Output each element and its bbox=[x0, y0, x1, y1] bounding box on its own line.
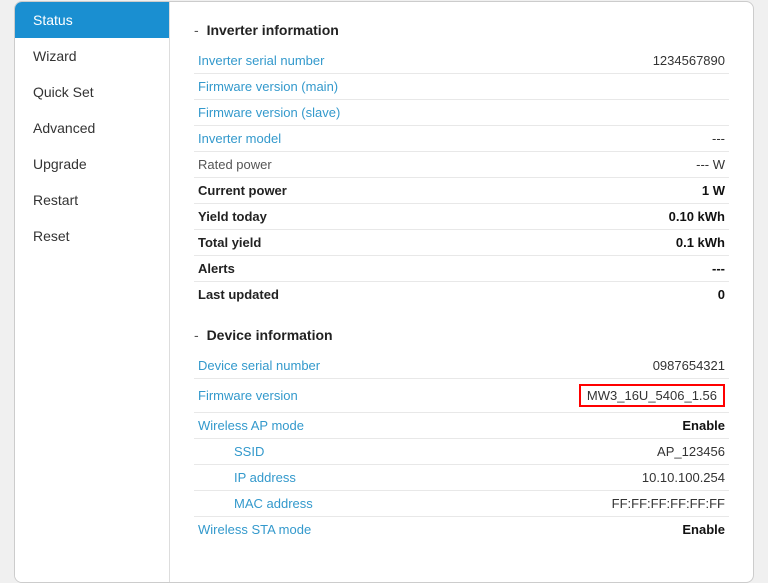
firmware-version-box: MW3_16U_5406_1.56 bbox=[579, 384, 725, 407]
table-row: Current power 1 W bbox=[194, 177, 729, 203]
label-fw-slave: Firmware version (slave) bbox=[194, 99, 488, 125]
value-last-updated: 0 bbox=[488, 281, 729, 307]
table-row: Device serial number 0987654321 bbox=[194, 353, 729, 379]
value-model: --- bbox=[488, 125, 729, 151]
value-ip: 10.10.100.254 bbox=[488, 464, 729, 490]
table-row: MAC address FF:FF:FF:FF:FF:FF bbox=[194, 490, 729, 516]
sidebar-item-status[interactable]: Status bbox=[15, 2, 169, 38]
value-wireless-sta: Enable bbox=[488, 516, 729, 542]
value-total-yield: 0.1 kWh bbox=[488, 229, 729, 255]
table-row: SSID AP_123456 bbox=[194, 438, 729, 464]
table-row: Alerts --- bbox=[194, 255, 729, 281]
value-serial: 1234567890 bbox=[488, 48, 729, 74]
inverter-section-title: - Inverter information bbox=[194, 22, 729, 38]
label-current-power: Current power bbox=[194, 177, 488, 203]
label-rated-power: Rated power bbox=[194, 151, 488, 177]
sidebar: Status Wizard Quick Set Advanced Upgrade… bbox=[15, 2, 170, 582]
table-row: Wireless AP mode Enable bbox=[194, 412, 729, 438]
value-alerts: --- bbox=[488, 255, 729, 281]
table-row: Firmware version MW3_16U_5406_1.56 bbox=[194, 378, 729, 412]
device-section-title: - Device information bbox=[194, 327, 729, 343]
table-row: Rated power --- W bbox=[194, 151, 729, 177]
table-row: Inverter model --- bbox=[194, 125, 729, 151]
label-model: Inverter model bbox=[194, 125, 488, 151]
table-row: Inverter serial number 1234567890 bbox=[194, 48, 729, 74]
value-fw-version: MW3_16U_5406_1.56 bbox=[488, 378, 729, 412]
table-row: Total yield 0.1 kWh bbox=[194, 229, 729, 255]
main-content: - Inverter information Inverter serial n… bbox=[170, 2, 753, 582]
sidebar-item-restart[interactable]: Restart bbox=[15, 182, 169, 218]
label-wireless-ap: Wireless AP mode bbox=[194, 412, 488, 438]
table-row: Firmware version (main) bbox=[194, 73, 729, 99]
table-row: Last updated 0 bbox=[194, 281, 729, 307]
value-mac: FF:FF:FF:FF:FF:FF bbox=[488, 490, 729, 516]
value-current-power: 1 W bbox=[488, 177, 729, 203]
label-wireless-sta: Wireless STA mode bbox=[194, 516, 488, 542]
value-ssid: AP_123456 bbox=[488, 438, 729, 464]
main-container: Status Wizard Quick Set Advanced Upgrade… bbox=[14, 1, 754, 583]
value-rated-power: --- W bbox=[488, 151, 729, 177]
value-wireless-ap: Enable bbox=[488, 412, 729, 438]
table-row: Firmware version (slave) bbox=[194, 99, 729, 125]
table-row: Wireless STA mode Enable bbox=[194, 516, 729, 542]
sidebar-item-advanced[interactable]: Advanced bbox=[15, 110, 169, 146]
label-fw-version: Firmware version bbox=[194, 378, 488, 412]
label-total-yield: Total yield bbox=[194, 229, 488, 255]
value-yield-today: 0.10 kWh bbox=[488, 203, 729, 229]
value-device-serial: 0987654321 bbox=[488, 353, 729, 379]
sidebar-item-upgrade[interactable]: Upgrade bbox=[15, 146, 169, 182]
inverter-table: Inverter serial number 1234567890 Firmwa… bbox=[194, 48, 729, 307]
label-device-serial: Device serial number bbox=[194, 353, 488, 379]
label-ssid: SSID bbox=[194, 438, 488, 464]
label-ip: IP address bbox=[194, 464, 488, 490]
label-yield-today: Yield today bbox=[194, 203, 488, 229]
sidebar-item-reset[interactable]: Reset bbox=[15, 218, 169, 254]
device-table: Device serial number 0987654321 Firmware… bbox=[194, 353, 729, 542]
sidebar-item-wizard[interactable]: Wizard bbox=[15, 38, 169, 74]
label-fw-main: Firmware version (main) bbox=[194, 73, 488, 99]
value-fw-main bbox=[488, 73, 729, 99]
table-row: Yield today 0.10 kWh bbox=[194, 203, 729, 229]
label-alerts: Alerts bbox=[194, 255, 488, 281]
table-row: IP address 10.10.100.254 bbox=[194, 464, 729, 490]
label-last-updated: Last updated bbox=[194, 281, 488, 307]
label-serial: Inverter serial number bbox=[194, 48, 488, 74]
sidebar-item-quickset[interactable]: Quick Set bbox=[15, 74, 169, 110]
label-mac: MAC address bbox=[194, 490, 488, 516]
value-fw-slave bbox=[488, 99, 729, 125]
